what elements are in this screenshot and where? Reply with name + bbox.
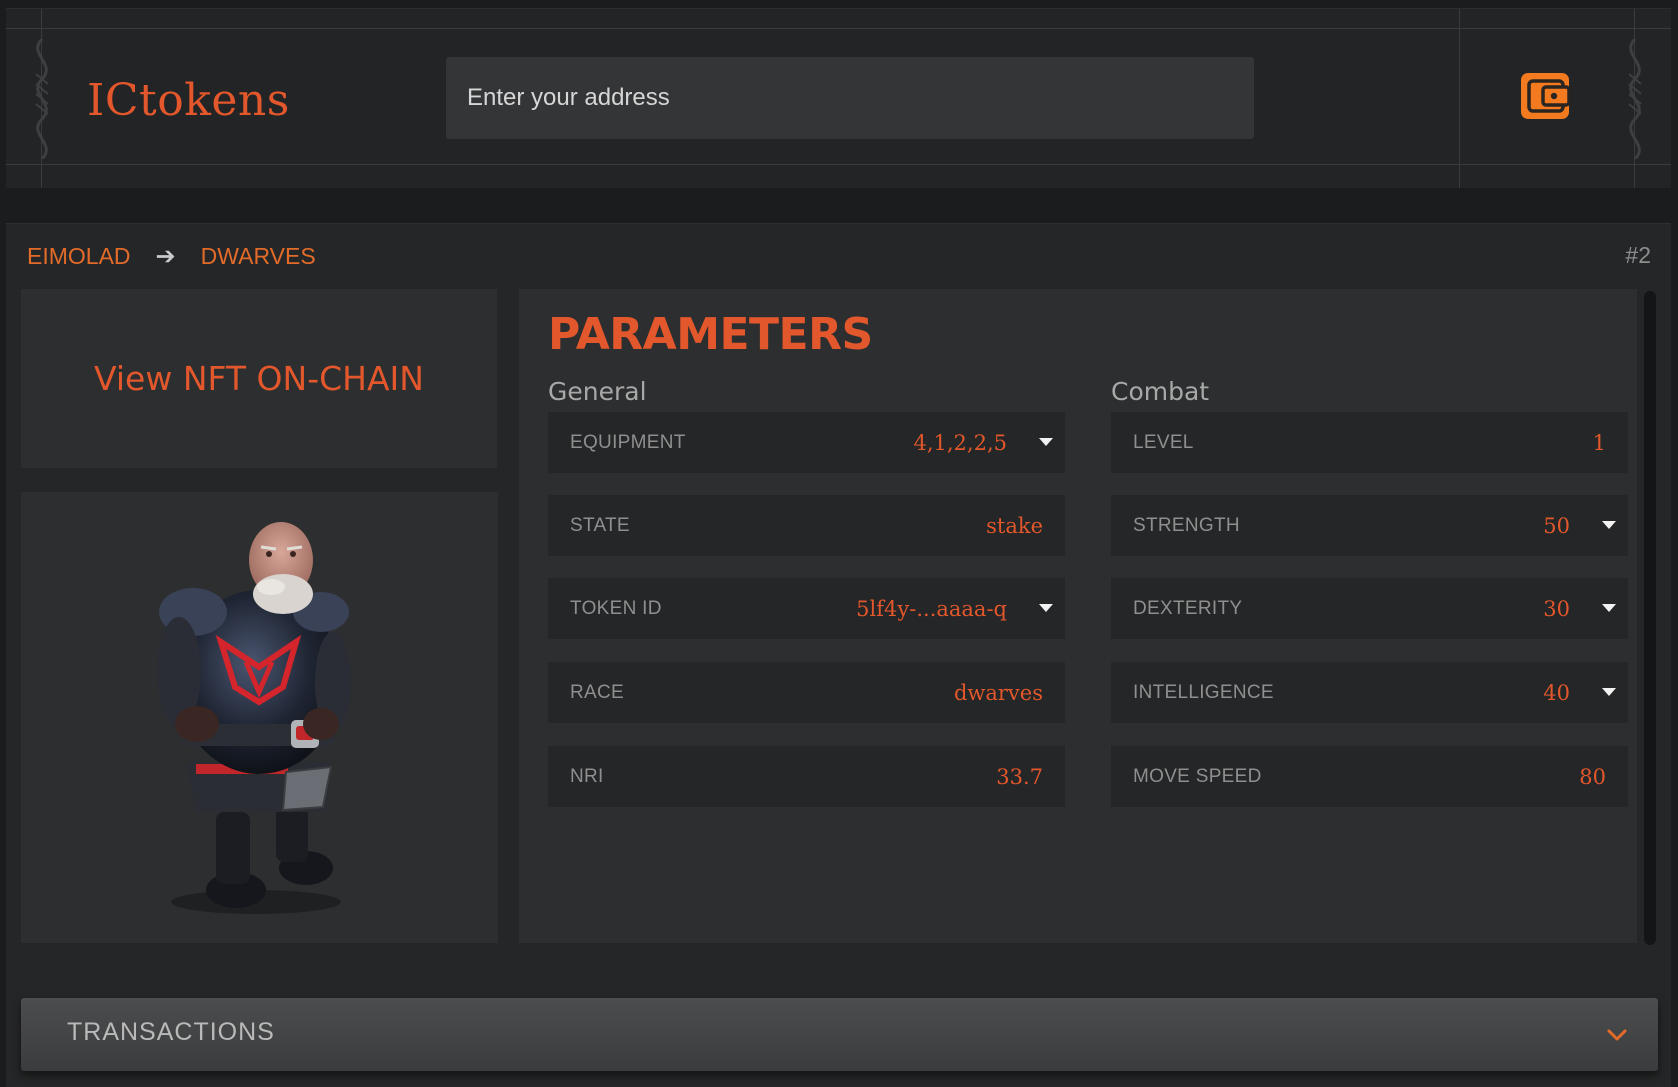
transactions-accordion[interactable]: TRANSACTIONS — [21, 998, 1658, 1071]
chevron-down-icon[interactable] — [1606, 1024, 1628, 1046]
param-label: EQUIPMENT — [570, 431, 686, 453]
token-number: #2 — [1625, 242, 1651, 268]
view-nft-label: View NFT ON-CHAIN — [94, 359, 424, 398]
app-logo[interactable]: ICtokens — [87, 75, 290, 126]
breadcrumb: EIMOLAD ➔ DWARVES — [27, 242, 316, 271]
param-row-move-speed: MOVE SPEED 80 — [1111, 746, 1628, 807]
param-row-dexterity[interactable]: DEXTERITY 30 — [1111, 578, 1628, 639]
param-label: NRI — [570, 765, 604, 787]
param-label: STATE — [570, 514, 630, 536]
param-value: 30 — [1543, 596, 1570, 621]
arrow-right-icon: ➔ — [155, 243, 176, 270]
header-divider-bottom — [6, 164, 1671, 165]
left-ornament-icon — [35, 39, 49, 159]
parameters-scrollbar[interactable] — [1644, 291, 1656, 945]
param-label: INTELLIGENCE — [1133, 681, 1274, 703]
param-row-nri: NRI 33.7 — [548, 746, 1065, 807]
caret-down-icon[interactable] — [1602, 688, 1616, 696]
param-label: TOKEN ID — [570, 597, 662, 619]
general-section-title: General — [548, 377, 647, 406]
param-row-intelligence[interactable]: INTELLIGENCE 40 — [1111, 662, 1628, 723]
param-row-state: STATE stake — [548, 495, 1065, 556]
caret-down-icon[interactable] — [1039, 604, 1053, 612]
caret-down-icon[interactable] — [1602, 604, 1616, 612]
combat-section-title: Combat — [1111, 377, 1210, 406]
dwarf-character-image — [157, 522, 351, 914]
breadcrumb-item-eimolad[interactable]: EIMOLAD — [27, 243, 131, 270]
param-row-level: LEVEL 1 — [1111, 412, 1628, 473]
caret-down-icon[interactable] — [1602, 521, 1616, 529]
param-value: stake — [986, 513, 1043, 538]
right-ornament-icon — [1628, 39, 1642, 159]
header-divider-top — [6, 28, 1671, 29]
param-value: 1 — [1592, 430, 1606, 455]
param-value: 5lf4y-...aaaa-q — [856, 596, 1007, 621]
transactions-label: TRANSACTIONS — [67, 1018, 275, 1046]
param-row-equipment[interactable]: EQUIPMENT 4,1,2,2,5 — [548, 412, 1065, 473]
param-row-race: RACE dwarves — [548, 662, 1065, 723]
param-label: DEXTERITY — [1133, 597, 1243, 619]
view-nft-on-chain-button[interactable]: View NFT ON-CHAIN — [21, 289, 497, 468]
breadcrumb-item-dwarves[interactable]: DWARVES — [201, 243, 316, 270]
param-value: 50 — [1543, 513, 1570, 538]
param-label: STRENGTH — [1133, 514, 1240, 536]
param-value: 4,1,2,2,5 — [913, 430, 1007, 455]
param-value: 40 — [1543, 680, 1570, 705]
param-label: RACE — [570, 681, 624, 703]
top-header: ICtokens — [6, 8, 1671, 188]
parameters-title: PARAMETERS — [548, 309, 873, 360]
parameters-card: PARAMETERS General Combat EQUIPMENT 4,1,… — [519, 289, 1637, 943]
header-divider-right — [1459, 9, 1460, 188]
wallet-icon[interactable] — [1521, 73, 1569, 119]
param-row-strength[interactable]: STRENGTH 50 — [1111, 495, 1628, 556]
character-preview-card — [21, 492, 498, 943]
nft-detail-panel: EIMOLAD ➔ DWARVES #2 View NFT ON-CHAIN P… — [6, 223, 1671, 1087]
address-search-input[interactable] — [446, 57, 1254, 139]
param-label: MOVE SPEED — [1133, 765, 1262, 787]
param-label: LEVEL — [1133, 431, 1194, 453]
param-value: 33.7 — [996, 764, 1043, 789]
param-value: dwarves — [953, 680, 1043, 705]
param-value: 80 — [1579, 764, 1606, 789]
caret-down-icon[interactable] — [1039, 438, 1053, 446]
param-row-token-id[interactable]: TOKEN ID 5lf4y-...aaaa-q — [548, 578, 1065, 639]
